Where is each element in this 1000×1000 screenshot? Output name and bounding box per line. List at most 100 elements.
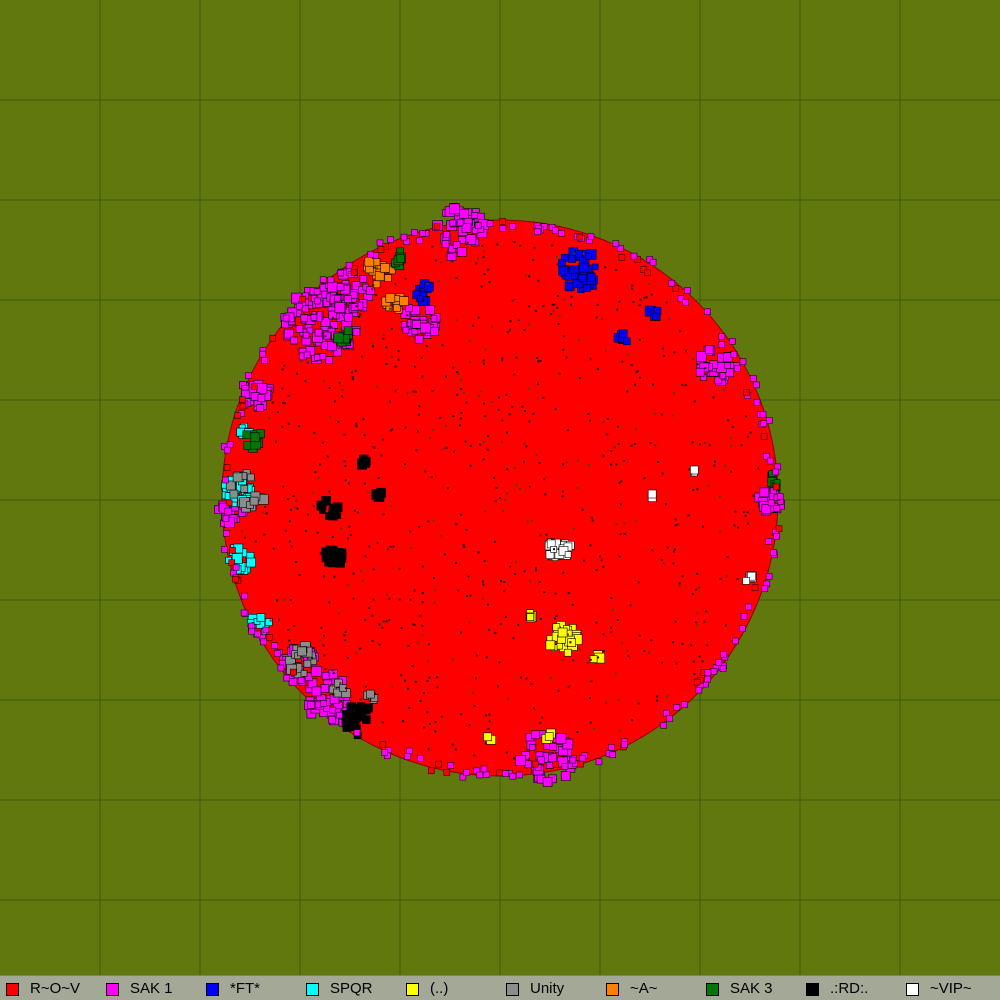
village[interactable] (247, 473, 255, 482)
village[interactable] (666, 715, 674, 722)
village[interactable] (260, 638, 267, 646)
village[interactable] (682, 298, 689, 306)
village[interactable] (773, 504, 781, 512)
village[interactable] (319, 353, 327, 360)
village[interactable] (579, 256, 587, 264)
village[interactable] (376, 239, 384, 247)
village[interactable] (660, 722, 667, 729)
village[interactable] (314, 328, 323, 337)
village[interactable] (419, 230, 426, 237)
village[interactable] (234, 412, 241, 419)
village[interactable] (425, 305, 435, 315)
village[interactable] (734, 365, 741, 372)
village[interactable] (423, 281, 434, 292)
village[interactable] (515, 755, 527, 766)
village[interactable] (262, 626, 270, 634)
village[interactable] (710, 668, 718, 675)
village[interactable] (242, 430, 252, 440)
village[interactable] (443, 231, 450, 238)
village[interactable] (256, 613, 266, 623)
village[interactable] (379, 740, 387, 748)
village[interactable] (337, 269, 344, 277)
village[interactable] (630, 252, 638, 260)
village[interactable] (336, 283, 345, 292)
village[interactable] (320, 684, 330, 693)
village[interactable] (443, 769, 451, 776)
world-map[interactable] (0, 0, 1000, 975)
village[interactable] (384, 274, 392, 283)
village[interactable] (349, 721, 358, 731)
village[interactable] (528, 743, 536, 751)
village[interactable] (343, 295, 352, 304)
village[interactable] (399, 296, 409, 306)
village[interactable] (266, 634, 273, 641)
village[interactable] (290, 668, 297, 676)
village[interactable] (232, 472, 243, 483)
village[interactable] (739, 358, 747, 365)
village[interactable] (766, 457, 774, 465)
village[interactable] (618, 329, 628, 339)
rd-cluster[interactable] (321, 545, 347, 568)
village[interactable] (311, 686, 322, 697)
village[interactable] (226, 441, 234, 448)
village[interactable] (358, 454, 369, 465)
village[interactable] (776, 493, 784, 500)
village[interactable] (564, 551, 572, 558)
village[interactable] (449, 203, 460, 215)
village[interactable] (509, 772, 517, 780)
village[interactable] (583, 284, 591, 292)
village[interactable] (380, 263, 391, 273)
village[interactable] (544, 732, 554, 741)
village[interactable] (751, 584, 759, 592)
village[interactable] (400, 233, 408, 241)
village[interactable] (486, 220, 494, 227)
village[interactable] (695, 686, 703, 694)
village[interactable] (313, 288, 321, 296)
village[interactable] (499, 225, 507, 232)
village[interactable] (435, 760, 442, 768)
village[interactable] (222, 476, 229, 484)
village[interactable] (761, 585, 769, 593)
village[interactable] (240, 609, 248, 617)
village[interactable] (420, 322, 431, 334)
village[interactable] (765, 538, 772, 545)
village[interactable] (608, 744, 615, 751)
village[interactable] (277, 664, 285, 672)
village[interactable] (647, 489, 657, 499)
village[interactable] (704, 308, 711, 315)
village[interactable] (480, 765, 488, 773)
vip-cluster[interactable] (544, 538, 575, 561)
village[interactable] (300, 670, 308, 677)
village[interactable] (704, 345, 714, 355)
village[interactable] (759, 487, 770, 498)
village[interactable] (585, 252, 592, 260)
village[interactable] (509, 223, 516, 230)
village[interactable] (496, 769, 503, 777)
village[interactable] (406, 747, 413, 755)
village[interactable] (621, 741, 628, 748)
village[interactable] (299, 295, 307, 303)
village[interactable] (307, 701, 315, 709)
village[interactable] (537, 756, 545, 765)
village[interactable] (759, 411, 767, 418)
village[interactable] (241, 592, 248, 600)
village[interactable] (345, 261, 353, 269)
village[interactable] (300, 314, 309, 322)
village[interactable] (229, 546, 236, 554)
village[interactable] (545, 640, 556, 651)
village[interactable] (447, 762, 454, 769)
village[interactable] (502, 770, 509, 777)
village[interactable] (366, 689, 375, 699)
village[interactable] (765, 573, 773, 580)
village[interactable] (377, 246, 385, 253)
village[interactable] (302, 305, 309, 313)
village[interactable] (463, 768, 470, 776)
village[interactable] (652, 312, 661, 321)
village[interactable] (579, 755, 586, 762)
village[interactable] (336, 711, 343, 719)
village[interactable] (568, 255, 576, 263)
village[interactable] (595, 758, 603, 766)
village[interactable] (767, 499, 775, 507)
village[interactable] (229, 489, 239, 499)
village[interactable] (456, 247, 467, 257)
